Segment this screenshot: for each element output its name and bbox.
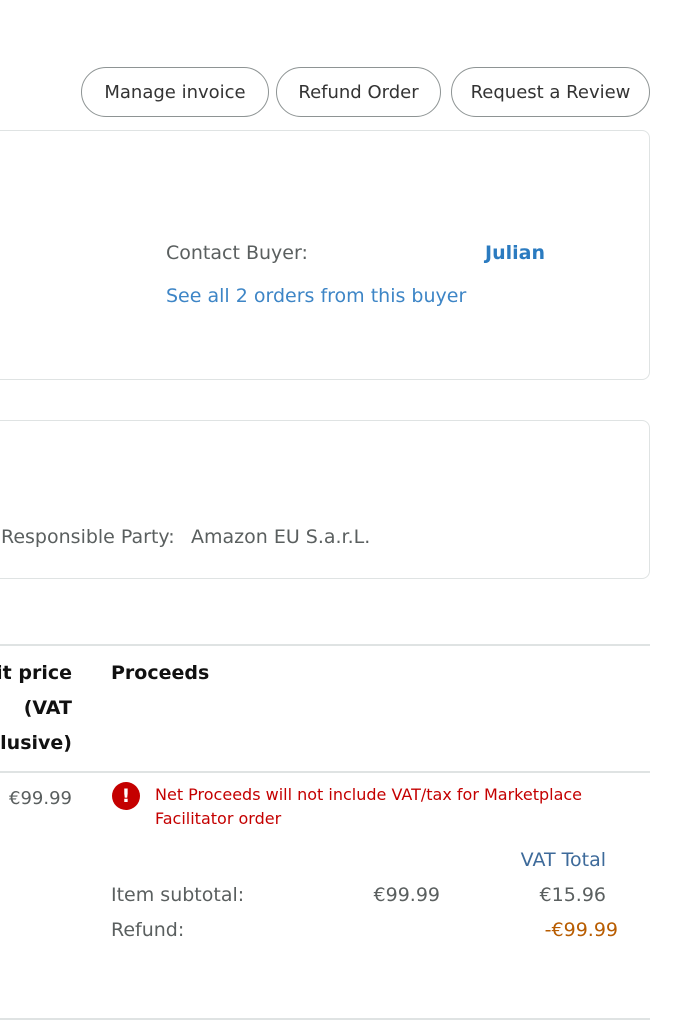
proceeds-header: Proceeds — [111, 662, 210, 684]
request-review-button[interactable]: Request a Review — [451, 67, 650, 117]
contact-buyer-label: Contact Buyer: — [166, 242, 308, 264]
alert-icon: ! — [112, 782, 140, 810]
vat-total-header: VAT Total — [520, 849, 606, 871]
table-bottom-divider — [0, 1018, 650, 1020]
contact-buyer-link[interactable]: Julian — [485, 242, 545, 264]
manage-invoice-button[interactable]: Manage invoice — [81, 67, 269, 117]
item-subtotal-vat: €15.96 — [539, 884, 606, 906]
tax-info-card — [0, 420, 650, 579]
item-subtotal-label: Item subtotal: — [111, 884, 245, 906]
refund-label: Refund: — [111, 919, 185, 941]
alert-message: Net Proceeds will not include VAT/tax fo… — [155, 785, 583, 828]
buyer-orders-link[interactable]: See all 2 orders from this buyer — [166, 285, 466, 307]
responsible-party-label: Responsible Party: — [1, 526, 175, 548]
table-header-divider — [0, 771, 650, 773]
buyer-info-card — [0, 130, 650, 380]
refund-value: -€99.99 — [544, 919, 618, 941]
item-subtotal-value: €99.99 — [373, 884, 440, 906]
unit-price-header: it price (VAT clusive) — [0, 662, 72, 754]
refund-order-button[interactable]: Refund Order — [276, 67, 441, 117]
unit-price-cell: €99.99 — [9, 788, 72, 809]
table-top-divider — [0, 644, 650, 646]
responsible-party-value: Amazon EU S.a.r.L. — [191, 526, 371, 548]
